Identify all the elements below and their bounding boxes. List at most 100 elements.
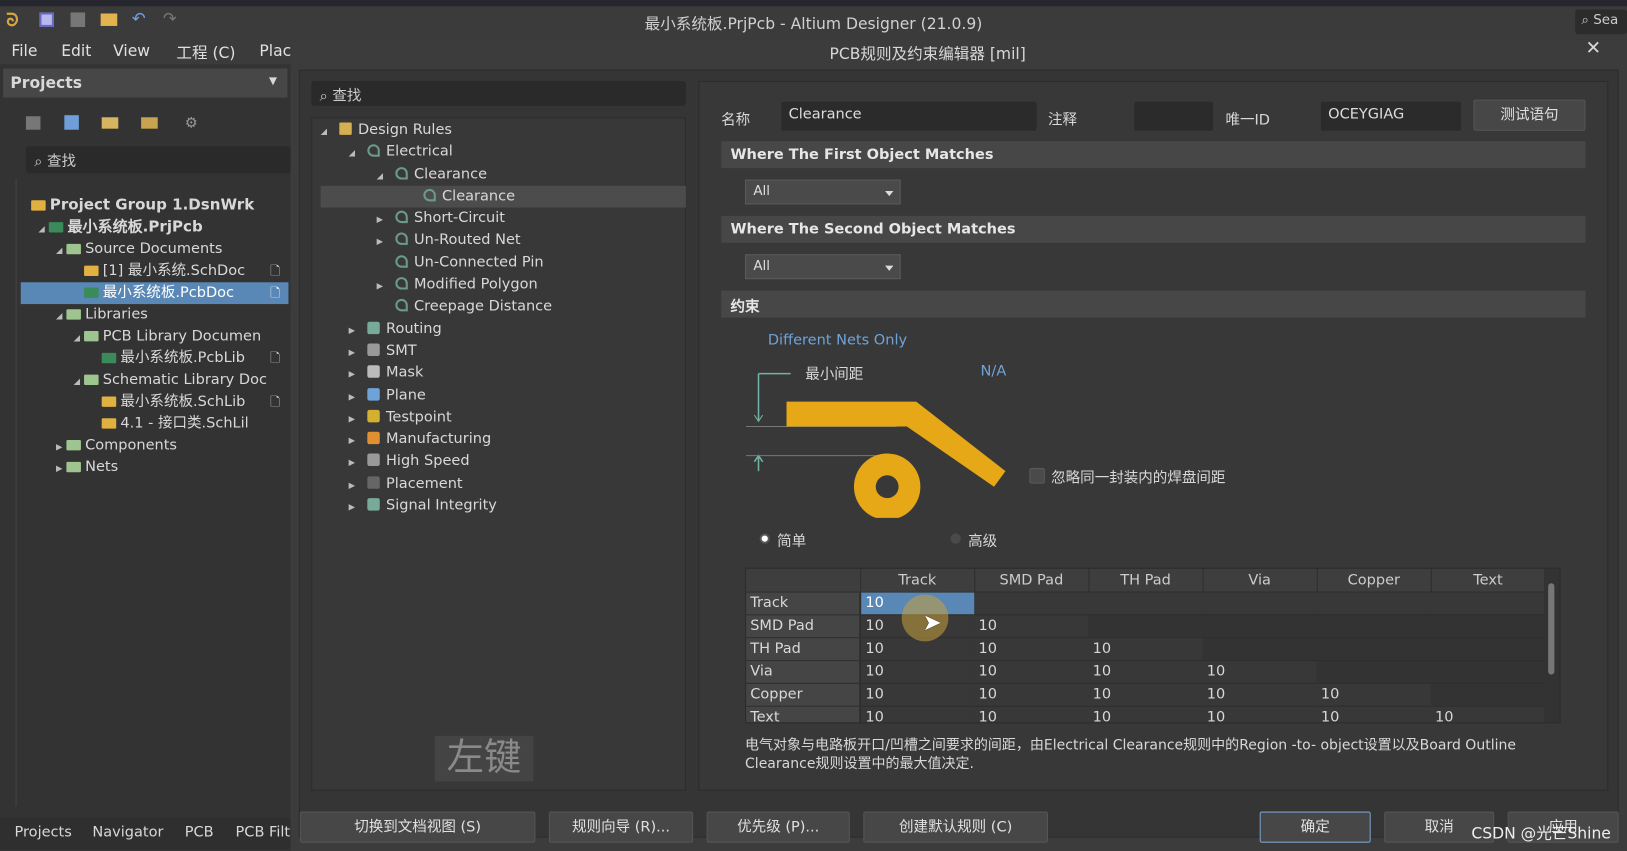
project-tree-item[interactable]: 最小系统板.SchLib 🗋 [21, 391, 289, 413]
panel-menu-icon[interactable]: ▼ [269, 76, 277, 87]
test-query-button[interactable]: 测试语句 [1473, 99, 1586, 131]
collapsed-arrow-icon[interactable]: ▶ [349, 474, 368, 496]
radio-advanced[interactable] [950, 533, 961, 544]
panel-tab[interactable]: Projects [15, 824, 72, 841]
save-project-icon[interactable] [25, 116, 41, 130]
rule-tree-item[interactable]: Un-Connected Pin [321, 252, 686, 274]
collapsed-arrow-icon[interactable]: ▶ [349, 496, 368, 518]
collapsed-arrow-icon[interactable]: ▶ [377, 231, 396, 253]
rule-tree-item[interactable]: ▶ Routing [321, 318, 686, 340]
collapsed-arrow-icon[interactable]: ▶ [349, 430, 368, 452]
matrix-cell[interactable]: 10 [974, 637, 1089, 661]
create-default-rules-button[interactable]: 创建默认规则 (C) [863, 811, 1049, 843]
rule-wizard-button[interactable]: 规则向导 (R)... [548, 811, 694, 843]
rule-tree-item[interactable]: ▶ Manufacturing [321, 429, 686, 451]
expanded-arrow-icon[interactable]: ◢ [349, 142, 368, 164]
panel-tab[interactable]: PCB [185, 824, 214, 841]
matrix-cell[interactable]: 10 [1202, 705, 1317, 723]
rule-tree-item[interactable]: ▶ High Speed [321, 451, 686, 473]
panel-tab[interactable]: PCB Filt [236, 824, 291, 841]
matrix-cell[interactable]: 10 [974, 614, 1089, 638]
project-tree-item[interactable]: ◢ Source Documents [21, 239, 289, 261]
menu-project[interactable]: 工程 (C) [176, 42, 235, 64]
rule-tree-item[interactable]: ▶ SMT [321, 340, 686, 362]
matrix-cell[interactable]: 10 [860, 637, 975, 661]
matrix-cell[interactable]: 10 [974, 660, 1089, 684]
rule-tree-item[interactable]: ▶ Un-Routed Net [321, 230, 686, 252]
expanded-arrow-icon[interactable]: ◢ [56, 305, 66, 327]
rule-tree-item[interactable]: ◢ Clearance [321, 164, 686, 186]
project-tree-item[interactable]: 4.1 - 接口类.SchLil [21, 413, 289, 435]
matrix-cell[interactable]: 10 [1430, 705, 1546, 723]
project-tree-item[interactable]: ▶ Nets [21, 457, 289, 479]
project-tree-item[interactable]: ◢ PCB Library Documen [21, 326, 289, 348]
open-folder-icon[interactable] [101, 117, 119, 129]
rules-search-input[interactable]: ⌕ 查找 [311, 80, 686, 106]
expanded-arrow-icon[interactable]: ◢ [56, 240, 66, 262]
expanded-arrow-icon[interactable]: ◢ [321, 120, 340, 142]
expanded-arrow-icon[interactable]: ◢ [74, 327, 84, 349]
gear-icon[interactable]: ⚙ [185, 115, 198, 132]
radio-simple[interactable] [759, 533, 770, 544]
project-tree-item[interactable]: ◢ 最小系统板.PrjPcb [21, 217, 289, 239]
close-icon[interactable]: ✕ [1585, 37, 1601, 59]
project-tree-item[interactable]: 最小系统板.PcbDoc 🗋 [20, 282, 289, 305]
rule-tree-item[interactable]: Creepage Distance [321, 296, 686, 318]
matrix-cell[interactable]: 10 [1202, 660, 1317, 684]
collapsed-arrow-icon[interactable]: ▶ [56, 458, 66, 480]
matrix-cell[interactable]: 10 [974, 705, 1089, 723]
matrix-cell[interactable]: 10 [860, 682, 975, 707]
collapsed-arrow-icon[interactable]: ▶ [56, 436, 66, 458]
collapsed-arrow-icon[interactable]: ▶ [349, 452, 368, 474]
rule-tree-item[interactable]: Clearance [320, 185, 686, 208]
expanded-arrow-icon[interactable]: ◢ [74, 370, 84, 392]
matrix-cell[interactable]: 10 [860, 660, 975, 684]
rule-tree-item[interactable]: ▶ Plane [321, 385, 686, 407]
project-tree-item[interactable]: 最小系统板.PcbLib 🗋 [21, 348, 289, 370]
name-input[interactable]: Clearance [781, 101, 1037, 131]
collapsed-arrow-icon[interactable]: ▶ [349, 364, 368, 386]
rule-tree-item[interactable]: ▶ Placement [321, 473, 686, 495]
matrix-cell[interactable]: 10 [1202, 682, 1317, 707]
menu-file[interactable]: File [11, 42, 37, 61]
uid-input[interactable]: OCEYGIAG [1320, 101, 1461, 131]
global-search[interactable]: ⌕ Sea [1575, 9, 1627, 35]
switch-doc-view-button[interactable]: 切换到文档视图 (S) [299, 811, 536, 843]
project-tree-item[interactable]: [1] 最小系统.SchDoc 🗋 [21, 260, 289, 282]
menu-view[interactable]: View [113, 42, 150, 61]
matrix-cell[interactable]: 10 [1088, 705, 1203, 723]
collapsed-arrow-icon[interactable]: ▶ [349, 319, 368, 341]
rule-tree-item[interactable]: ▶ Signal Integrity [321, 495, 686, 517]
matrix-cell[interactable]: 10 [1316, 705, 1431, 723]
rule-tree-item[interactable]: ▶ Modified Polygon [321, 274, 686, 296]
comment-input[interactable] [1134, 101, 1213, 131]
matrix-cell[interactable]: 10 [1088, 637, 1203, 661]
first-match-dropdown[interactable]: All [745, 179, 901, 205]
menu-edit[interactable]: Edit [61, 42, 91, 61]
ignore-pads-checkbox[interactable] [1029, 468, 1045, 484]
matrix-cell[interactable]: 10 [1088, 660, 1203, 684]
net-scope-link[interactable]: Different Nets Only [768, 332, 907, 349]
collapsed-arrow-icon[interactable]: ▶ [349, 386, 368, 408]
collapsed-arrow-icon[interactable]: ▶ [349, 341, 368, 363]
compile-icon[interactable] [64, 115, 79, 130]
projects-search-input[interactable]: ⌕ 查找 [25, 146, 291, 174]
rule-tree-item[interactable]: ▶ Testpoint [321, 407, 686, 429]
rule-tree-item[interactable]: ◢ Design Rules [321, 119, 686, 141]
project-tree-item[interactable]: ◢ Libraries [21, 304, 289, 326]
matrix-cell[interactable]: 10 [1316, 682, 1431, 707]
rule-tree-item[interactable]: ▶ Mask [321, 362, 686, 384]
collapsed-arrow-icon[interactable]: ▶ [349, 408, 368, 430]
collapsed-arrow-icon[interactable]: ▶ [377, 275, 396, 297]
rule-tree-item[interactable]: ◢ Electrical [321, 141, 686, 163]
priority-button[interactable]: 优先级 (P)... [706, 811, 850, 843]
panel-tab[interactable]: Navigator [92, 824, 163, 841]
matrix-cell[interactable]: 10 [860, 705, 975, 723]
ok-button[interactable]: 确定 [1259, 811, 1371, 843]
expanded-arrow-icon[interactable]: ◢ [38, 218, 48, 240]
matrix-scrollbar[interactable] [1543, 568, 1560, 723]
expanded-arrow-icon[interactable]: ◢ [377, 165, 396, 187]
scrollbar-thumb[interactable] [1548, 583, 1555, 675]
menu-place[interactable]: Plac [259, 42, 291, 61]
project-tree-item[interactable]: ▶ Components [21, 435, 289, 457]
